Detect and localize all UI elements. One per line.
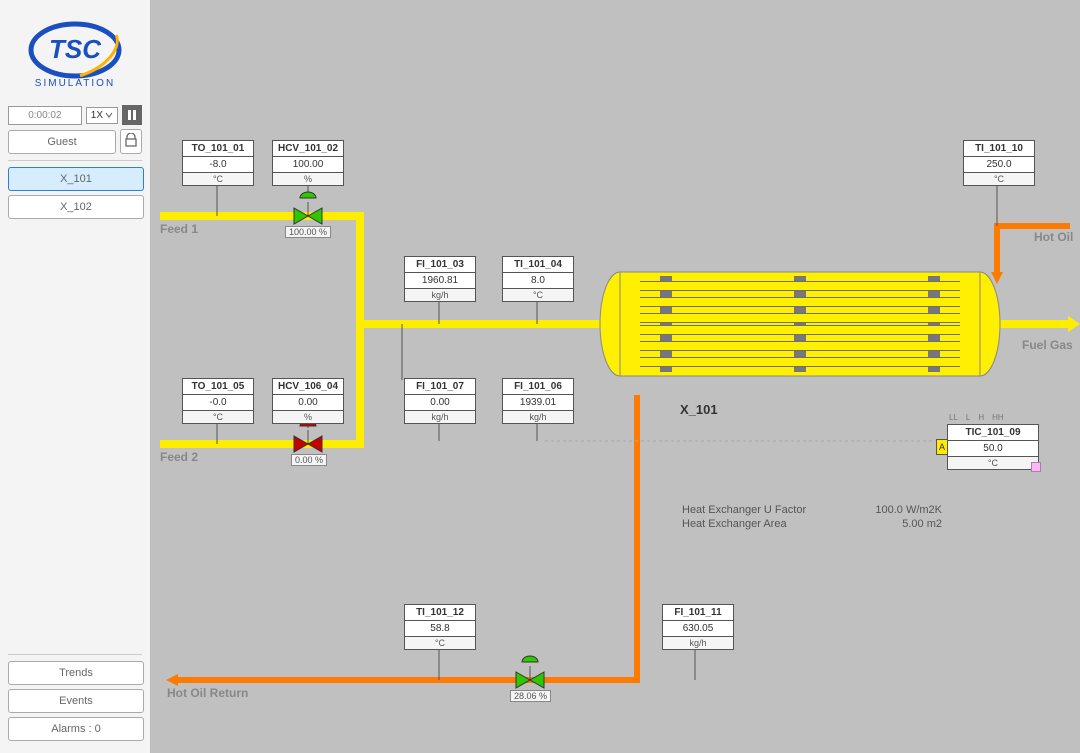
pause-button[interactable] <box>122 105 142 125</box>
instr-ti-101-04[interactable]: TI_101_048.0°C <box>502 256 574 302</box>
instr-hcv-106-04[interactable]: HCV_106_040.00% <box>272 378 344 424</box>
tic-alarm-labels: LLLHHH <box>949 413 1004 422</box>
page-nav-x101[interactable]: X_101 <box>8 167 144 191</box>
sim-time: 0:00:02 <box>8 106 82 125</box>
hx-info: Heat Exchanger U Factor100.0 W/m2K Heat … <box>682 503 942 531</box>
alarms-button[interactable]: Alarms : 0 <box>8 717 144 741</box>
process-diagram <box>150 0 1080 753</box>
sidebar: TSC SIMULATION 0:00:02 1X Guest X_101 X_… <box>0 0 151 753</box>
instr-ti-101-12[interactable]: TI_101_1258.8°C <box>404 604 476 650</box>
lock-button[interactable] <box>120 129 142 154</box>
instr-fi-101-03[interactable]: FI_101_031960.81kg/h <box>404 256 476 302</box>
label-hx-name: X_101 <box>680 402 718 417</box>
chevron-down-icon <box>105 111 113 119</box>
trends-button[interactable]: Trends <box>8 661 144 685</box>
instr-fi-101-11[interactable]: FI_101_11630.05kg/h <box>662 604 734 650</box>
speed-select[interactable]: 1X <box>86 107 118 124</box>
svg-text:SIMULATION: SIMULATION <box>35 78 115 89</box>
label-feed2: Feed 2 <box>160 450 198 464</box>
events-button[interactable]: Events <box>8 689 144 713</box>
instr-tic-101-09[interactable]: A TIC_101_09 50.0 °C <box>947 424 1039 470</box>
tic-auto-flag: A <box>936 439 948 455</box>
page-nav-x102[interactable]: X_102 <box>8 195 144 219</box>
lock-icon <box>124 133 138 147</box>
tic-pink-flag <box>1031 462 1041 472</box>
valve2-pct: 0.00 % <box>291 454 327 466</box>
label-feed1: Feed 1 <box>160 222 198 236</box>
label-fuel-gas: Fuel Gas <box>1022 338 1073 352</box>
valve1-pct: 100.00 % <box>285 226 331 238</box>
instr-fi-101-07[interactable]: FI_101_070.00kg/h <box>404 378 476 424</box>
instr-to-101-01[interactable]: TO_101_01-8.0°C <box>182 140 254 186</box>
instr-ti-101-10[interactable]: TI_101_10250.0°C <box>963 140 1035 186</box>
logo-tsc: TSC SIMULATION <box>15 10 135 95</box>
label-hot-oil: Hot Oil <box>1034 230 1073 244</box>
instr-hcv-101-02[interactable]: HCV_101_02100.00% <box>272 140 344 186</box>
instr-to-101-05[interactable]: TO_101_05-0.0°C <box>182 378 254 424</box>
svg-text:TSC: TSC <box>49 34 102 64</box>
valve3-pct: 28.06 % <box>510 690 551 702</box>
instr-fi-101-06[interactable]: FI_101_061939.01kg/h <box>502 378 574 424</box>
label-hot-oil-return: Hot Oil Return <box>167 686 248 700</box>
user-button[interactable]: Guest <box>8 130 116 154</box>
